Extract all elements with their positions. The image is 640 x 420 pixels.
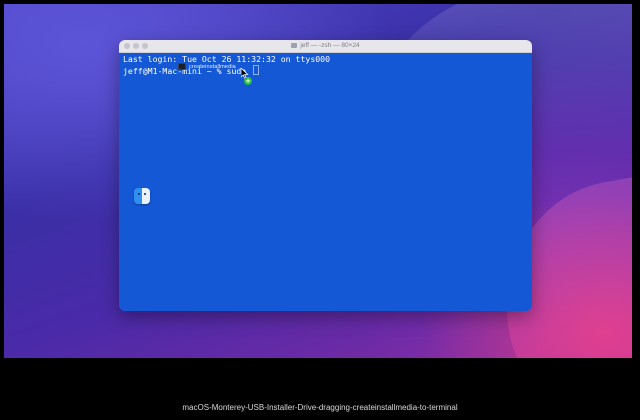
window-title: jeff — -zsh — 80×24 bbox=[119, 41, 532, 51]
window-title-text: jeff — -zsh — 80×24 bbox=[300, 42, 360, 49]
folder-icon bbox=[291, 42, 298, 48]
terminal-executable-icon bbox=[178, 63, 186, 70]
screenshot-frame: jeff — -zsh — 80×24 Last login: Tue Oct … bbox=[0, 0, 640, 420]
dragged-file-label: createinstallmedia bbox=[189, 63, 236, 70]
window-titlebar[interactable]: jeff — -zsh — 80×24 bbox=[119, 40, 532, 53]
dragged-file[interactable]: createinstallmedia bbox=[178, 63, 236, 70]
terminal-content[interactable]: Last login: Tue Oct 26 11:32:32 on ttys0… bbox=[119, 53, 532, 311]
desktop-wallpaper: jeff — -zsh — 80×24 Last login: Tue Oct … bbox=[4, 4, 632, 358]
terminal-window[interactable]: jeff — -zsh — 80×24 Last login: Tue Oct … bbox=[119, 40, 532, 311]
finder-icon[interactable] bbox=[134, 188, 150, 204]
image-caption: macOS-Monterey-USB-Installer-Drive-dragg… bbox=[182, 403, 458, 412]
copy-badge-icon: + bbox=[244, 77, 252, 85]
text-cursor bbox=[253, 64, 260, 75]
